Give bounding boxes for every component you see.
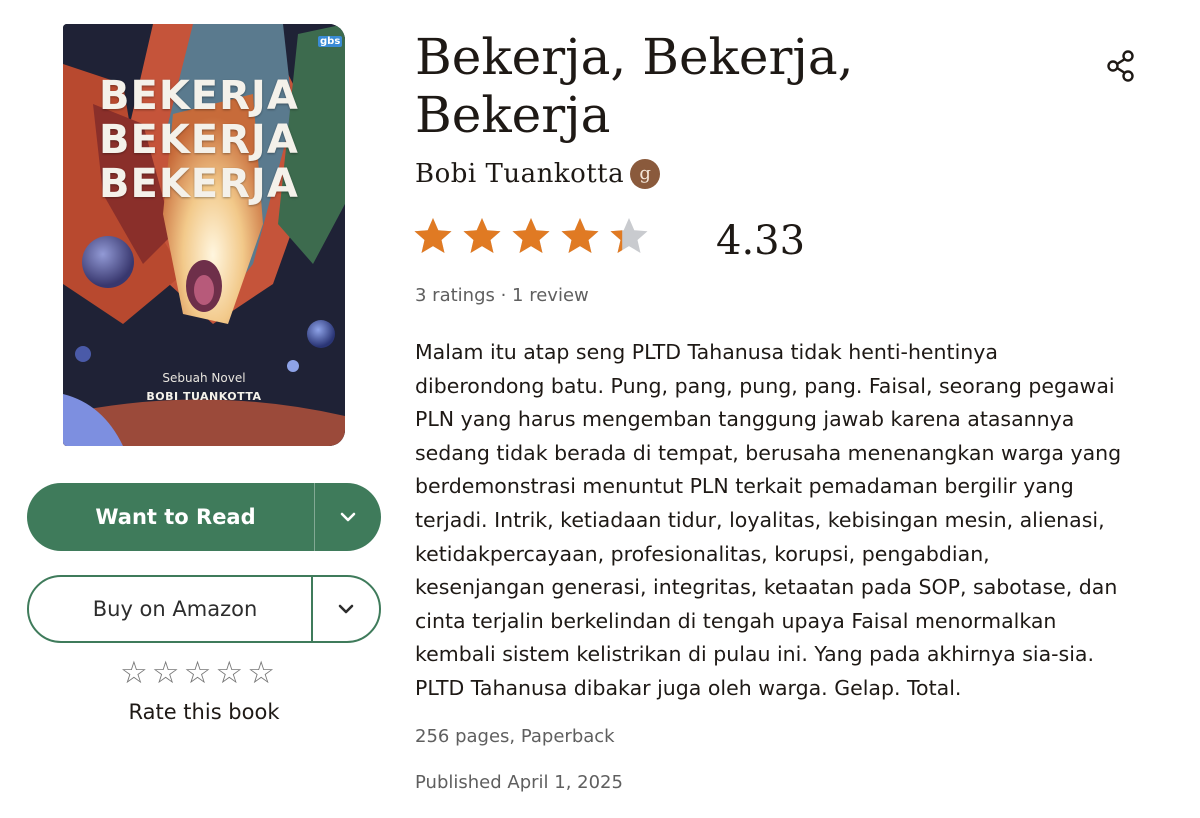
book-title-line: Bekerja [415, 86, 611, 144]
chevron-down-icon [340, 512, 356, 522]
average-rating-value: 4.33 [716, 218, 806, 264]
description-line: PLTD Tahanusa dibakar juga oleh warga. G… [415, 675, 962, 700]
author-link[interactable]: Bobi Tuankotta [415, 154, 624, 194]
rate-star-5-icon[interactable]: ☆ [247, 655, 275, 691]
shelf-dropdown-button[interactable] [314, 483, 381, 551]
description-line: ketidakpercayaan, profesionalitas, korup… [415, 541, 990, 566]
want-to-read-button-group: Want to Read [27, 483, 381, 551]
average-rating-stars [413, 216, 649, 256]
description-line: berdemonstrasi menuntut PLN terkait pema… [415, 474, 1074, 499]
chevron-down-icon [338, 604, 354, 614]
rate-star-3-icon[interactable]: ☆ [184, 655, 212, 691]
goodreads-author-badge-icon: g [630, 159, 661, 189]
cover-subtitle: Sebuah Novel [162, 371, 246, 385]
rating-star-3-icon [512, 218, 550, 253]
description-line: Malam itu atap seng PLTD Tahanusa tidak … [415, 340, 998, 364]
want-to-read-button[interactable]: Want to Read [27, 483, 314, 551]
rate-star-4-icon[interactable]: ☆ [215, 655, 243, 691]
rating-star-4-icon [561, 218, 599, 253]
cover-title-line: BEKERJA [99, 161, 299, 207]
cover-author: BOBI TUANKOTTA [146, 390, 262, 403]
description-line: PLN yang harus mengemban tanggung jawab … [415, 407, 1075, 432]
retailer-dropdown-button[interactable] [311, 577, 379, 641]
book-title: Bekerja, Bekerja, Bekerja [415, 28, 1015, 144]
publication-date: Published April 1, 2025 [415, 772, 623, 793]
description-line: kesenjangan generasi, integritas, ketaat… [415, 575, 1118, 600]
rating-star-1-icon [414, 218, 452, 253]
book-details: 256 pages, Paperback [415, 726, 615, 747]
book-description: Malam itu atap seng PLTD Tahanusa tidak … [415, 336, 1160, 706]
publisher-logo: gbs [318, 36, 343, 47]
description-line: sedang tidak berada di tempat, berusaha … [415, 440, 1122, 465]
cover-title: BEKERJA BEKERJA BEKERJA [99, 74, 339, 206]
rating-star-2-icon [463, 218, 501, 253]
rating-star-5-icon [610, 218, 648, 253]
ratings-reviews-count[interactable]: 3 ratings · 1 review [415, 284, 589, 308]
rate-star-1-icon[interactable]: ☆ [120, 655, 148, 691]
description-line: terjadi. Intrik, ketiadaan tidur, loyali… [415, 507, 1105, 532]
cover-title-line: BEKERJA [99, 117, 299, 163]
buy-on-amazon-button[interactable]: Buy on Amazon [29, 577, 311, 641]
cover-title-line: BEKERJA [99, 73, 299, 119]
share-icon[interactable] [1105, 48, 1137, 84]
description-line: diberondong batu. Pung, pang, pung, pang… [415, 373, 1115, 398]
book-title-line: Bekerja, Bekerja, [415, 28, 854, 86]
buy-button-group: Buy on Amazon [27, 575, 381, 643]
rate-this-book-label: Rate this book [128, 700, 280, 724]
description-line: kembali sistem kelistrikan di pulau ini.… [415, 642, 1095, 667]
book-cover[interactable]: gbs BEKERJA BEKERJA BEKERJA Sebuah Novel… [63, 24, 345, 446]
description-line: cinta terjalin berkelindan di tengah upa… [415, 608, 1057, 633]
rate-stars: ☆ ☆ ☆ ☆ ☆ [120, 655, 275, 691]
author-row: Bobi Tuankotta g [415, 154, 661, 194]
rate-star-2-icon[interactable]: ☆ [152, 655, 180, 691]
